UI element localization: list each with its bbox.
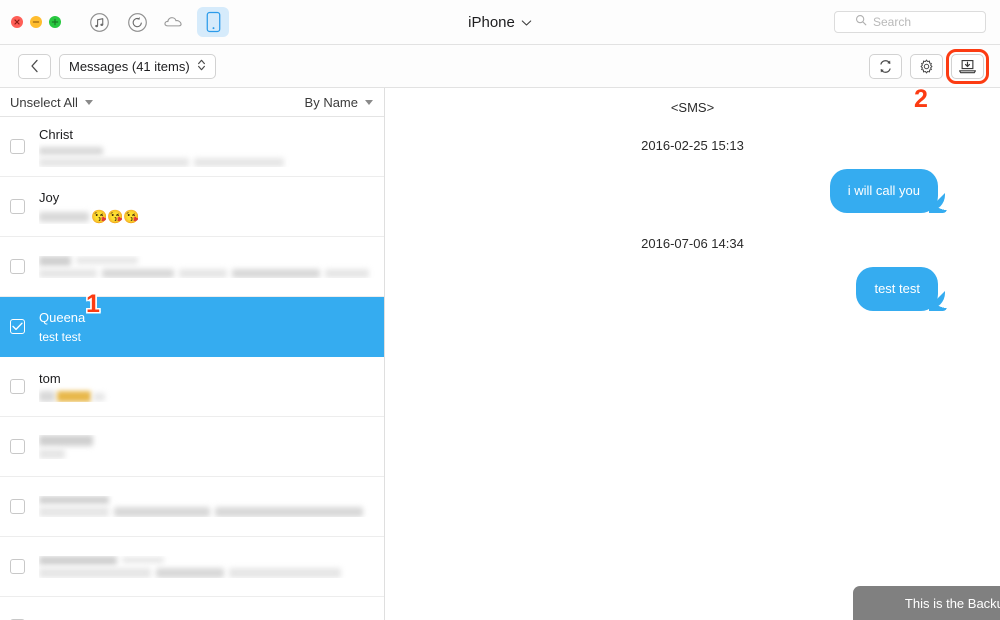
list-item[interactable]: +8610658678 <box>0 597 384 620</box>
sort-by-label: By Name <box>304 94 358 110</box>
chevron-left-icon <box>31 59 38 73</box>
list-item[interactable] <box>0 237 384 297</box>
contact-name: Christ <box>39 126 73 142</box>
message-timestamp: 2016-02-25 15:13 <box>641 138 744 153</box>
message-text: test test <box>874 281 920 296</box>
outgoing-message-bubble[interactable]: test test <box>856 267 947 311</box>
message-preview: test test <box>39 329 82 344</box>
message-preview-redacted <box>39 391 379 402</box>
unselect-all-label: Unselect All <box>10 94 78 110</box>
message-preview-redacted <box>39 434 379 459</box>
backup-status-toast: This is the Backup before 2016-09-22 17:… <box>853 586 1000 620</box>
unselect-all-dropdown[interactable]: Unselect All <box>10 95 93 110</box>
row-checkbox[interactable] <box>10 199 25 214</box>
row-checkbox[interactable] <box>10 559 25 574</box>
phone-icon <box>206 11 220 33</box>
close-window-icon[interactable] <box>11 16 23 28</box>
sync-icon <box>880 60 891 73</box>
search-icon <box>855 13 867 31</box>
list-item[interactable] <box>0 537 384 597</box>
device-name-label: iPhone <box>468 14 515 31</box>
toolbar: Messages (41 items) <box>0 45 1000 88</box>
bubble-tail-icon <box>929 291 947 311</box>
mode-switcher <box>83 7 229 37</box>
gear-icon <box>920 59 933 74</box>
search-input[interactable] <box>873 15 965 29</box>
list-header: Unselect All By Name <box>0 88 384 117</box>
annotation-step-2: 2 <box>914 85 928 113</box>
conversation-detail-pane: <SMS> 2016-02-25 15:13 i will call you 2… <box>385 88 1000 620</box>
toolbar-actions <box>869 49 989 84</box>
contact-name: Joy <box>39 189 60 205</box>
main-split: Unselect All By Name Christ Joy 😘😘😘 Quee… <box>0 88 1000 620</box>
device-mode-button[interactable] <box>197 7 229 37</box>
message-text: i will call you <box>847 183 920 198</box>
refresh-button[interactable] <box>869 54 902 79</box>
window-controls <box>11 16 61 28</box>
list-item[interactable]: Christ <box>0 117 384 177</box>
message-preview-redacted <box>39 555 379 578</box>
title-bar: iPhone <box>0 0 1000 45</box>
emoji-kiss: 😘😘😘 <box>91 208 140 224</box>
search-field[interactable] <box>834 11 986 33</box>
breadcrumb-dropdown[interactable]: Messages (41 items) <box>59 53 216 79</box>
music-note-icon <box>89 12 109 32</box>
message-preview-redacted: 😘😘😘 <box>39 208 379 224</box>
row-checkbox[interactable] <box>10 439 25 454</box>
contact-name: tom <box>39 371 61 386</box>
outgoing-message-bubble[interactable]: i will call you <box>829 169 947 213</box>
breadcrumb-label: Messages (41 items) <box>69 58 190 74</box>
row-checkbox[interactable] <box>10 379 25 394</box>
check-icon <box>12 322 23 331</box>
conversation-rows: Christ Joy 😘😘😘 Queena test test tom <box>0 117 384 620</box>
row-checkbox-checked[interactable] <box>10 319 25 334</box>
settings-button[interactable] <box>910 54 943 79</box>
cloud-mode-button[interactable] <box>159 7 191 37</box>
message-type-label: <SMS> <box>670 100 715 115</box>
selected-conversation-row[interactable]: Queena test test <box>0 297 384 357</box>
row-checkbox[interactable] <box>10 499 25 514</box>
maximize-window-icon[interactable] <box>49 16 61 28</box>
back-button[interactable] <box>18 53 51 79</box>
app-window: iPhone Messages (41 items) <box>0 0 1000 620</box>
row-checkbox[interactable] <box>10 259 25 274</box>
list-item[interactable]: tom <box>0 357 384 417</box>
toast-message: This is the Backup before 2016-09-22 17:… <box>904 595 1000 611</box>
message-preview-redacted <box>39 496 379 517</box>
message-preview-redacted <box>39 146 379 167</box>
row-checkbox[interactable] <box>10 139 25 154</box>
chevron-updown-icon <box>197 58 206 75</box>
restore-circle-icon <box>127 12 147 32</box>
export-to-computer-button[interactable] <box>946 49 989 84</box>
sort-by-dropdown[interactable]: By Name <box>305 95 373 110</box>
list-item[interactable]: Joy 😘😘😘 <box>0 177 384 237</box>
restore-mode-button[interactable] <box>121 7 153 37</box>
message-bubble-row: i will call you <box>425 169 960 213</box>
cloud-icon <box>164 17 182 27</box>
minimize-window-icon[interactable] <box>30 16 42 28</box>
export-to-computer-icon <box>959 59 976 73</box>
chevron-down-icon <box>365 99 373 105</box>
music-mode-button[interactable] <box>83 7 115 37</box>
list-item[interactable] <box>0 417 384 477</box>
message-timestamp: 2016-07-06 14:34 <box>641 236 744 251</box>
annotation-step-1: 1 <box>86 290 100 318</box>
chevron-down-icon[interactable] <box>521 14 532 32</box>
list-item[interactable] <box>0 477 384 537</box>
message-preview-redacted <box>39 255 379 278</box>
message-thread: <SMS> 2016-02-25 15:13 i will call you 2… <box>385 88 1000 620</box>
chevron-down-icon <box>84 99 93 105</box>
message-bubble-row: test test <box>425 267 960 311</box>
conversation-list-pane: Unselect All By Name Christ Joy 😘😘😘 Quee… <box>0 88 385 620</box>
bubble-tail-icon <box>929 193 947 213</box>
